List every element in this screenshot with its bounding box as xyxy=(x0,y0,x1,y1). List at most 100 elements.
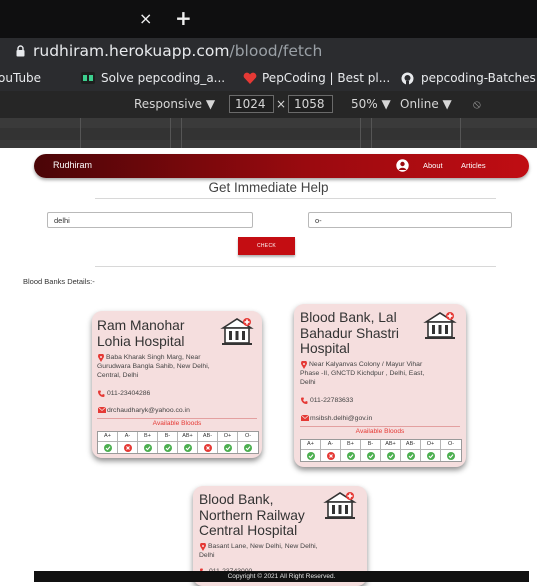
devtools-device-toolbar: Responsive ▼ 1024 × 1058 50% ▼ Online ▼ … xyxy=(0,91,537,118)
blood-type-header: O- xyxy=(238,432,258,442)
media-query-segment[interactable] xyxy=(80,118,81,148)
availability-cell xyxy=(341,450,361,461)
blood-type-header: O+ xyxy=(421,440,441,450)
blood-type-header: AB- xyxy=(401,440,421,450)
card-title-line: Northern Railway xyxy=(199,507,305,523)
address-line: Delhi xyxy=(300,379,316,386)
card-title-line: Blood Bank, Lal xyxy=(300,310,397,325)
check-icon xyxy=(447,451,455,460)
cross-icon xyxy=(123,443,132,452)
card-title-line: Lohia Hospital xyxy=(97,333,185,349)
rotate-icon[interactable]: ⦸ xyxy=(473,97,481,112)
address-line: Central, Delhi xyxy=(97,372,139,379)
availability-cell xyxy=(301,450,321,461)
blood-type-header: B- xyxy=(158,432,178,442)
pepcoding-heart-icon xyxy=(243,72,257,84)
card-title-line: Bahadur Shastri xyxy=(300,325,399,341)
hospital-icon xyxy=(423,312,457,339)
card-email[interactable]: msibsh.delhi@gov.in xyxy=(310,414,372,423)
bookmark-pepcoding-batches[interactable]: pepcoding-Batches... xyxy=(421,71,537,85)
github-icon xyxy=(401,72,414,85)
blood-type-header: B+ xyxy=(138,432,158,442)
media-query-segment[interactable] xyxy=(170,118,171,148)
throttle-select[interactable]: Online ▼ xyxy=(400,97,452,111)
blood-availability-table: A+ A- B+ B- AB+ AB- O+ O- xyxy=(97,431,259,454)
nav-link-about[interactable]: About xyxy=(423,161,443,170)
zoom-select[interactable]: 50% ▼ xyxy=(351,97,391,111)
check-icon xyxy=(223,443,232,452)
media-query-bar xyxy=(0,118,537,148)
blood-type-header: A+ xyxy=(98,432,118,442)
check-icon xyxy=(103,443,112,452)
availability-cell xyxy=(218,442,238,453)
card-title-line: Ram Manohar xyxy=(97,318,185,333)
new-tab-button[interactable]: + xyxy=(175,6,192,30)
media-query-segment[interactable] xyxy=(460,118,461,148)
check-button[interactable]: CHECK xyxy=(238,237,295,255)
device-select[interactable]: Responsive ▼ xyxy=(134,97,215,111)
blood-bank-card: Ram Manohar Lohia Hospital Baba Kharak S… xyxy=(92,311,262,458)
url-path: /blood/fetch xyxy=(229,42,323,60)
location-input[interactable]: delhi xyxy=(47,212,253,228)
available-bloods-label: Available Bloods xyxy=(152,420,202,427)
lock-icon xyxy=(16,45,25,57)
codechef-icon xyxy=(81,72,95,84)
blood-type-header: AB- xyxy=(198,432,218,442)
media-query-segment[interactable] xyxy=(360,118,361,148)
card-email[interactable]: drchaudharyk@yahoo.co.in xyxy=(107,406,190,415)
user-icon[interactable] xyxy=(396,159,409,172)
availability-cell xyxy=(381,450,401,461)
blood-type-header: O+ xyxy=(218,432,238,442)
hospital-icon xyxy=(323,492,357,519)
bookmark-pepcoding-best[interactable]: PepCoding | Best pl... xyxy=(262,71,390,85)
check-icon xyxy=(346,451,355,460)
bookmark-youtube[interactable]: ouTube xyxy=(0,71,41,85)
card-phone[interactable]: 011-22783633 xyxy=(310,396,353,405)
check-icon xyxy=(183,443,192,452)
address-bar[interactable]: rudhiram.herokuapp.com/blood/fetch xyxy=(0,38,537,66)
url-domain: rudhiram.herokuapp.com xyxy=(33,42,230,60)
blood-bank-card: Blood Bank, Lal Bahadur Shastri Hospital… xyxy=(294,304,466,467)
bookmark-solve-pepcoding[interactable]: Solve pepcoding_a... xyxy=(101,71,225,85)
search-divider xyxy=(95,266,496,267)
cross-icon xyxy=(203,443,212,452)
section-label: Blood Banks Details:- xyxy=(23,277,95,286)
check-icon xyxy=(143,443,152,452)
check-icon xyxy=(386,451,395,460)
card-divider xyxy=(300,426,460,427)
available-bloods-label: Available Bloods xyxy=(355,428,405,435)
viewport-width-input[interactable]: 1024 xyxy=(229,95,274,113)
nav-link-articles[interactable]: Articles xyxy=(461,161,486,170)
blood-type-header: A+ xyxy=(301,440,321,450)
viewport-height-input[interactable]: 1058 xyxy=(288,95,333,113)
card-phone[interactable]: 011-23404286 xyxy=(107,389,150,398)
blood-type-header: B- xyxy=(361,440,381,450)
check-icon xyxy=(244,443,252,452)
site-footer: Copyright © 2021 All Right Reserved. xyxy=(34,571,529,582)
address-line: Baba Kharak Singh Marg, Near xyxy=(106,354,201,361)
card-title: Blood Bank, Northern Railway Central Hos… xyxy=(199,492,305,539)
phone-icon xyxy=(98,390,105,397)
heading-divider xyxy=(95,198,496,199)
phone-icon xyxy=(301,397,308,404)
check-icon xyxy=(306,451,315,460)
card-divider xyxy=(97,418,257,419)
hospital-icon xyxy=(220,318,254,345)
blood-group-input[interactable]: o- xyxy=(308,212,512,228)
cross-icon xyxy=(326,451,335,460)
card-title-line: Blood Bank, xyxy=(199,492,274,507)
brand-logo[interactable]: Rudhiram xyxy=(53,160,92,170)
availability-cell xyxy=(421,450,441,461)
url-text[interactable]: rudhiram.herokuapp.com/blood/fetch xyxy=(33,42,322,60)
check-icon xyxy=(366,451,375,460)
page-heading: Get Immediate Help xyxy=(208,180,329,195)
card-title-line: Hospital xyxy=(300,341,350,356)
close-tab-button[interactable]: × xyxy=(139,9,152,28)
availability-cell xyxy=(361,450,381,461)
bookmarks-bar: ouTube Solve pepcoding_a... PepCoding | … xyxy=(0,66,537,91)
card-title: Ram Manohar Lohia Hospital xyxy=(97,318,184,349)
media-query-segment[interactable] xyxy=(371,118,372,148)
media-query-segment[interactable] xyxy=(181,118,182,148)
blood-type-header: A- xyxy=(118,432,138,442)
browser-tab-strip: × + xyxy=(0,0,537,38)
